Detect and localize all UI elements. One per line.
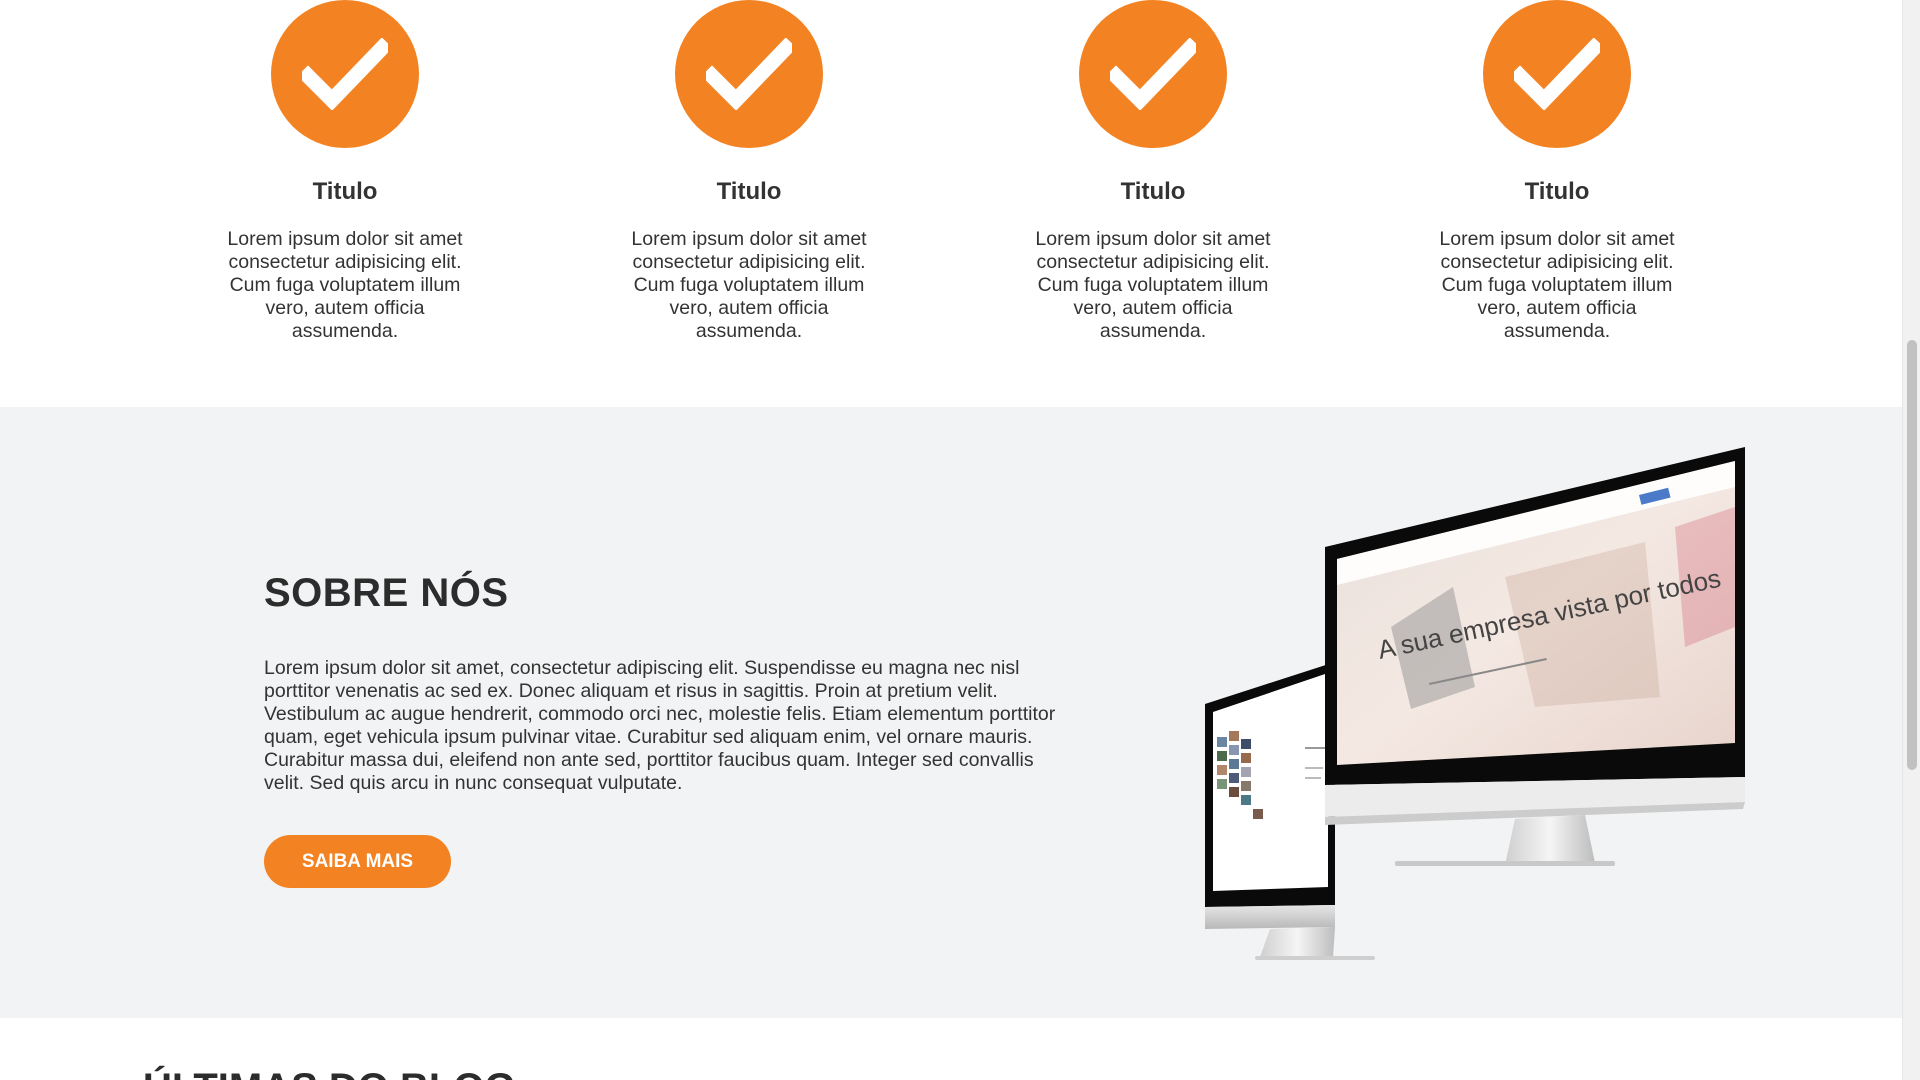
checkmark-icon: [271, 0, 419, 148]
computer-mockup-image: A sua empresa vista por todos: [1205, 447, 1745, 960]
feature-title: Titulo: [1524, 178, 1590, 205]
about-title: SOBRE NÓS: [264, 571, 509, 615]
feature-card: Titulo Lorem ipsum dolor sit amet consec…: [215, 0, 475, 343]
scrollbar-thumb[interactable]: [1907, 340, 1917, 770]
checkmark-icon: [675, 0, 823, 148]
feature-card: Titulo Lorem ipsum dolor sit amet consec…: [619, 0, 879, 343]
checkmark-icon: [1079, 0, 1227, 148]
feature-text: Lorem ipsum dolor sit amet consectetur a…: [631, 228, 867, 342]
blog-section: ÚLTIMAS DO BLOG: [0, 1018, 1902, 1080]
feature-title: Titulo: [716, 178, 782, 205]
feature-title: Titulo: [1120, 178, 1186, 205]
about-text: Lorem ipsum dolor sit amet, consectetur …: [264, 657, 1056, 794]
feature-card: Titulo Lorem ipsum dolor sit amet consec…: [1427, 0, 1687, 343]
feature-text: Lorem ipsum dolor sit amet consectetur a…: [1439, 228, 1675, 342]
checkmark-icon: [1483, 0, 1631, 148]
feature-title: Titulo: [312, 178, 378, 205]
blog-title: ÚLTIMAS DO BLOG: [143, 1066, 516, 1080]
saiba-mais-button[interactable]: SAIBA MAIS: [264, 835, 451, 888]
feature-card: Titulo Lorem ipsum dolor sit amet consec…: [1023, 0, 1283, 343]
feature-text: Lorem ipsum dolor sit amet consectetur a…: [1035, 228, 1271, 342]
features-section: Titulo Lorem ipsum dolor sit amet consec…: [0, 0, 1902, 407]
feature-text: Lorem ipsum dolor sit amet consectetur a…: [227, 228, 463, 342]
about-section: SOBRE NÓS Lorem ipsum dolor sit amet, co…: [0, 407, 1902, 1018]
page-scrollbar[interactable]: [1902, 0, 1920, 1080]
